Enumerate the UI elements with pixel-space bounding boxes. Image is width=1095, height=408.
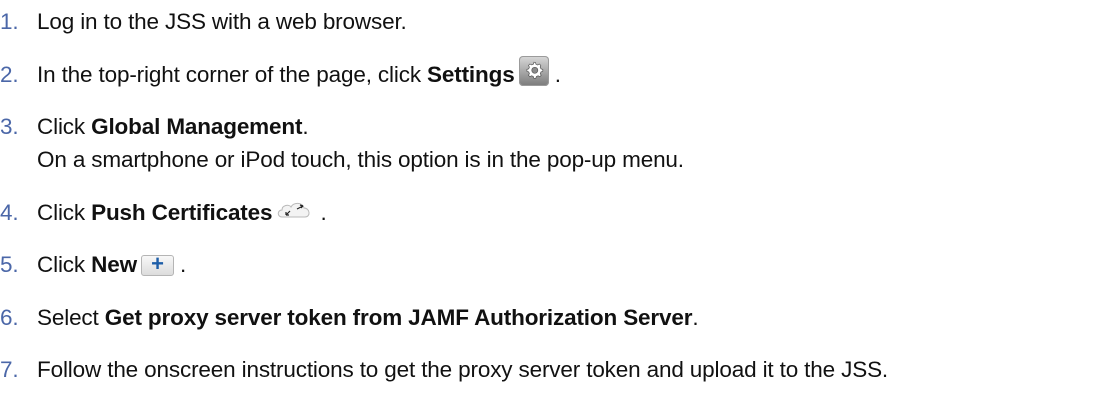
plus-icon: +	[140, 251, 174, 276]
step-text: Click	[37, 252, 85, 277]
step-text: Select	[37, 304, 99, 330]
steps-list: 1. Log in to the JSS with a web browser.…	[0, 7, 1095, 385]
new-label: New	[91, 252, 137, 277]
gear-icon	[518, 55, 549, 86]
step-text: Click	[37, 114, 85, 139]
step-text: Click	[37, 199, 85, 225]
step-text-end: .	[320, 199, 327, 225]
step-number: 7.	[0, 357, 19, 382]
step-2: 2. In the top-right corner of the page, …	[0, 55, 1095, 90]
step-text: In the top-right corner of the page, cli…	[37, 61, 421, 87]
step-text: Follow the onscreen instructions to get …	[37, 357, 889, 382]
step-text-end: .	[180, 252, 187, 277]
step-number: 5.	[0, 252, 19, 277]
step-text-end: .	[692, 304, 699, 330]
step-text-end: .	[554, 61, 561, 87]
step-5: 5. Click New + .	[0, 250, 1095, 280]
settings-label: Settings	[427, 61, 515, 87]
step-3: 3. Click Global Management. On a smartph…	[0, 112, 1095, 175]
step-7: 7. Follow the onscreen instructions to g…	[0, 355, 1095, 385]
step-text-end: .	[302, 114, 309, 139]
step-number: 6.	[0, 304, 19, 330]
step-4: 4. Click Push Certificates .	[0, 198, 1095, 228]
step-number: 4.	[0, 199, 19, 225]
step-note: On a smartphone or iPod touch, this opti…	[37, 147, 684, 172]
step-number: 3.	[0, 114, 19, 139]
proxy-token-option-label: Get proxy server token from JAMF Authori…	[104, 304, 693, 330]
step-6: 6. Select Get proxy server token from JA…	[0, 303, 1095, 333]
push-certificates-label: Push Certificates	[91, 199, 273, 225]
step-number: 1.	[0, 9, 19, 34]
cloud-icon	[276, 199, 314, 221]
step-1: 1. Log in to the JSS with a web browser.	[0, 7, 1095, 37]
step-number: 2.	[0, 61, 19, 87]
step-text: Log in to the JSS with a web browser.	[37, 9, 407, 34]
global-management-label: Global Management	[91, 114, 303, 139]
instruction-page: 1. Log in to the JSS with a web browser.…	[0, 0, 1095, 408]
